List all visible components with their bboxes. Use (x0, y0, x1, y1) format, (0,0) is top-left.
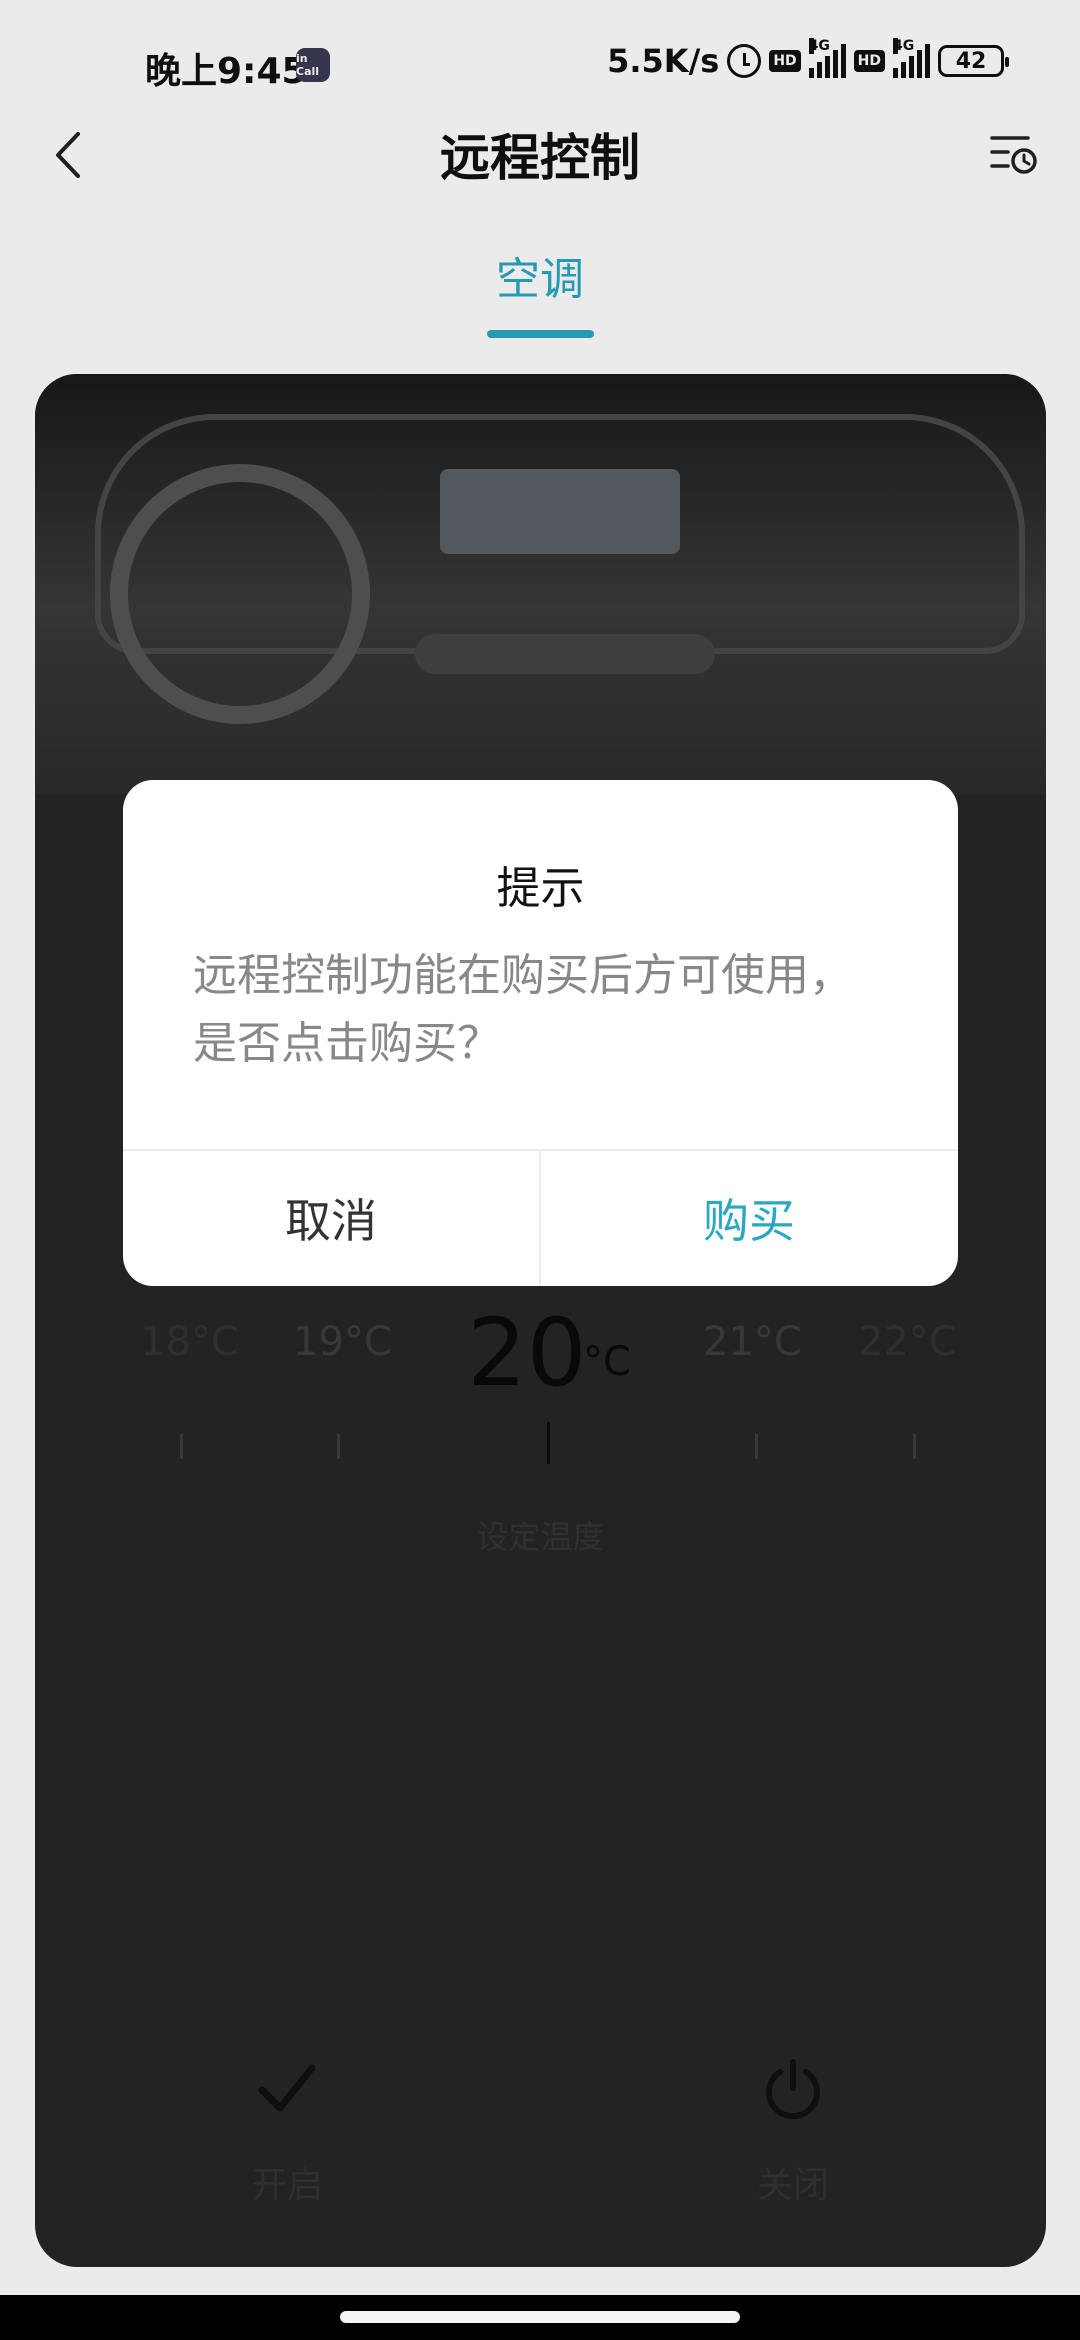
dialog-title: 提示 (496, 863, 585, 914)
buy-button[interactable]: 购买 (541, 1150, 957, 1286)
dialog-message: 远程控制功能在购买后方可使用，是否点击购买？ (193, 950, 853, 1069)
cancel-button[interactable]: 取消 (123, 1150, 539, 1286)
app-screen: 晚上9:45 in Call 5.5K/s HD 4G HD 4G 42 远程控… (0, 0, 1080, 2340)
home-indicator[interactable] (340, 2311, 740, 2323)
purchase-dialog: 提示 远程控制功能在购买后方可使用，是否点击购买？ 取消 购买 (123, 780, 958, 1286)
